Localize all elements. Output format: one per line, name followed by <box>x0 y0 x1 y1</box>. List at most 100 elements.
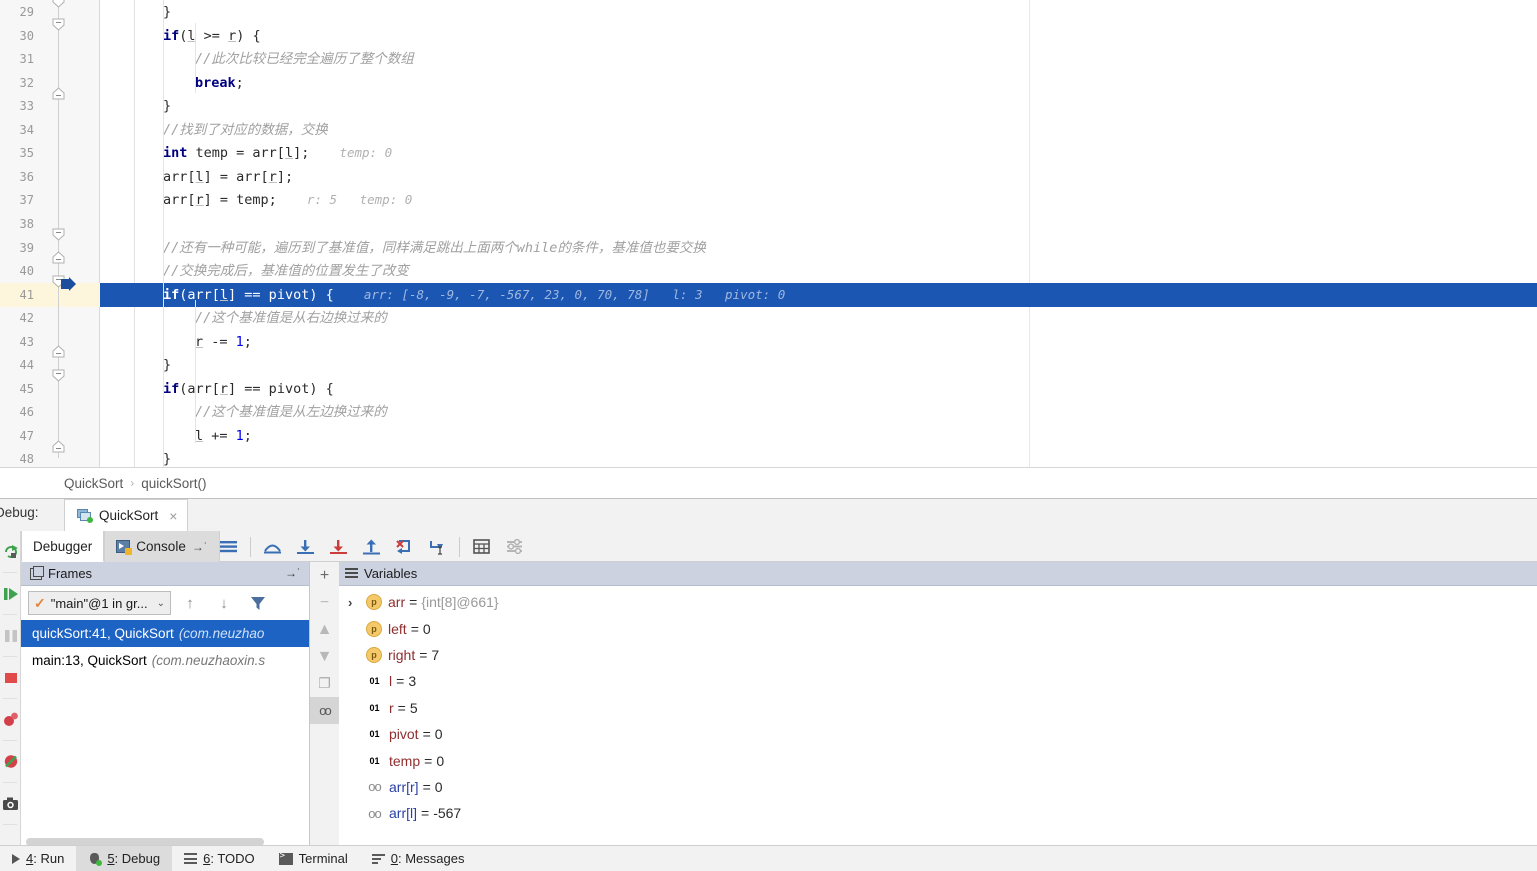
variables-title-label: Variables <box>364 566 418 581</box>
step-into-icon[interactable] <box>289 531 322 562</box>
code-line[interactable]: 45 if(arr[r] == pivot) { <box>0 377 1537 401</box>
settings-pin-icon[interactable]: →˙ <box>285 566 301 580</box>
variable-row[interactable]: ›ooarr[r]=0 <box>339 774 1537 800</box>
variables-list[interactable]: ›parr={int[8]@661}›pleft=0›pright=7›01l=… <box>339 586 1537 827</box>
line-number: 41 <box>19 287 34 302</box>
code-line[interactable]: 33} <box>0 94 1537 118</box>
chevron-down-icon[interactable]: ⌄ <box>157 598 165 609</box>
code-line[interactable]: 38 <box>0 212 1537 236</box>
code-line[interactable]: 30 if(l >= r) { <box>0 24 1537 48</box>
code-line-current[interactable]: 41 if(arr[l] == pivot) { arr: [-8, -9, -7… <box>0 282 1537 307</box>
variable-row[interactable]: ›01r=5 <box>339 695 1537 721</box>
variable-name: l <box>389 673 393 690</box>
step-out-icon[interactable] <box>355 531 388 562</box>
code-line[interactable]: 36 arr[l] = arr[r]; <box>0 165 1537 189</box>
variable-row[interactable]: ›ooarr[l]=-567 <box>339 800 1537 826</box>
code-line[interactable]: 48} <box>0 447 1537 467</box>
mute-breakpoints-icon[interactable] <box>0 741 21 782</box>
add-watch-icon[interactable]: + <box>310 562 339 589</box>
thread-selector[interactable]: ✓ "main"@1 in gr... ⌄ <box>28 591 171 615</box>
copy-icon[interactable]: ❐ <box>310 670 339 697</box>
code-line[interactable]: 35 int temp = arr[l]; temp: 0 <box>0 141 1537 165</box>
variables-icon <box>345 568 358 579</box>
code-line[interactable]: 39 //还有一种可能，遍历到了基准值，同样满足跳出上面两个while的条件，基准… <box>0 236 1537 260</box>
expand-arrow-icon[interactable]: › <box>348 595 366 610</box>
fold-marker-expand[interactable] <box>52 87 65 100</box>
fold-marker-collapse[interactable] <box>52 228 65 241</box>
variable-row[interactable]: ›01temp=0 <box>339 747 1537 773</box>
tab-console[interactable]: Console →˙ <box>104 531 220 562</box>
frame-up-icon[interactable]: ↑ <box>175 595 205 612</box>
code-line[interactable]: 46 //这个基准值是从左边换过来的 <box>0 400 1537 424</box>
run-to-cursor-icon[interactable] <box>421 531 454 562</box>
status-messages-button[interactable]: 0: Messages <box>360 846 477 871</box>
variable-row[interactable]: ›pleft=0 <box>339 615 1537 641</box>
rerun-icon[interactable] <box>0 531 21 572</box>
code-line[interactable]: 37 arr[r] = temp; r: 5 temp: 0 <box>0 188 1537 212</box>
screenshot-icon[interactable] <box>0 783 21 824</box>
tab-debugger-label: Debugger <box>33 538 93 554</box>
show-execution-point-icon[interactable] <box>212 531 245 562</box>
status-debug-button[interactable]: 5: Debug <box>76 845 173 871</box>
breadcrumb-item-class[interactable]: QuickSort <box>64 476 123 491</box>
code-text: //交换完成后，基准值的位置发生了改变 <box>163 263 409 280</box>
variable-value: 0 <box>434 726 443 743</box>
line-number: 46 <box>19 405 34 420</box>
filter-icon[interactable] <box>243 596 273 611</box>
detach-tab-icon[interactable]: →˙ <box>192 540 208 554</box>
evaluate-expression-icon[interactable] <box>465 531 498 562</box>
drop-frame-icon[interactable] <box>388 531 421 562</box>
code-line[interactable]: 40 //交换完成后，基准值的位置发生了改变 <box>0 259 1537 283</box>
fold-marker-collapse[interactable] <box>52 369 65 382</box>
frame-item[interactable]: main:13, QuickSort (com.neuzhaoxin.s <box>21 647 309 674</box>
variable-equals: = <box>422 726 431 743</box>
fold-marker-expand[interactable] <box>52 440 65 453</box>
code-line[interactable]: 44} <box>0 353 1537 377</box>
fold-marker-expand[interactable] <box>52 251 65 264</box>
close-icon[interactable]: × <box>169 508 177 524</box>
debug-session-tab[interactable]: QuickSort × <box>64 499 189 531</box>
tab-debugger[interactable]: Debugger <box>21 531 105 562</box>
code-line[interactable]: 31 //此次比较已经完全遍历了整个数组 <box>0 47 1537 71</box>
breadcrumb-item-method[interactable]: quickSort() <box>141 476 206 491</box>
frames-list[interactable]: quickSort:41, QuickSort (com.neuzhao main:… <box>21 620 309 674</box>
code-line[interactable]: 32 break; <box>0 71 1537 95</box>
field-badge-icon: p <box>366 594 382 611</box>
code-line[interactable]: 34 //找到了对应的数据，交换 <box>0 118 1537 142</box>
variable-row[interactable]: › p arr = {int[8]@661} <box>339 589 1537 615</box>
frame-down-icon[interactable]: ↓ <box>209 595 239 612</box>
settings-icon[interactable] <box>498 531 531 562</box>
resume-program-icon[interactable] <box>0 573 21 614</box>
code-line[interactable]: 29} <box>0 0 1537 24</box>
inspect-icon[interactable]: oo <box>310 697 339 724</box>
pause-program-icon[interactable] <box>0 615 21 656</box>
variable-name: pivot <box>389 726 419 743</box>
field-badge-icon: p <box>366 620 382 637</box>
force-step-into-icon[interactable] <box>322 531 355 562</box>
move-down-icon[interactable]: ▼ <box>310 643 339 670</box>
breadcrumb[interactable]: QuickSort › quickSort() <box>0 467 1537 498</box>
view-breakpoints-icon[interactable] <box>0 699 21 740</box>
frame-package: (com.neuzhao <box>178 626 265 641</box>
stop-icon[interactable] <box>0 657 21 698</box>
fold-marker-expand[interactable] <box>52 345 65 358</box>
remove-watch-icon[interactable]: − <box>310 589 339 616</box>
status-terminal-button[interactable]: Terminal <box>267 846 360 871</box>
status-run-button[interactable]: 4: Run <box>0 846 76 871</box>
code-line[interactable]: 43 r -= 1; <box>0 330 1537 354</box>
debug-session-tab-label: QuickSort <box>99 508 159 523</box>
field-badge-icon: p <box>366 646 382 663</box>
code-line[interactable]: 42 //这个基准值是从右边换过来的 <box>0 306 1537 330</box>
move-up-icon[interactable]: ▲ <box>310 616 339 643</box>
fold-marker-collapse[interactable] <box>52 0 65 8</box>
variable-row[interactable]: ›01pivot=0 <box>339 721 1537 747</box>
variable-row[interactable]: ›pright=7 <box>339 642 1537 668</box>
status-todo-button[interactable]: 6: TODO <box>172 846 267 871</box>
step-over-icon[interactable] <box>256 531 289 562</box>
code-editor[interactable]: 29} 30 if(l >= r) {31 //此次比较已经完全遍历了整个数组 32 br… <box>0 0 1537 467</box>
line-number: 34 <box>19 122 34 137</box>
fold-marker-collapse[interactable] <box>52 18 65 31</box>
code-line[interactable]: 47 l += 1; <box>0 424 1537 448</box>
variable-row[interactable]: ›01l=3 <box>339 668 1537 694</box>
frame-item[interactable]: quickSort:41, QuickSort (com.neuzhao <box>21 620 309 647</box>
